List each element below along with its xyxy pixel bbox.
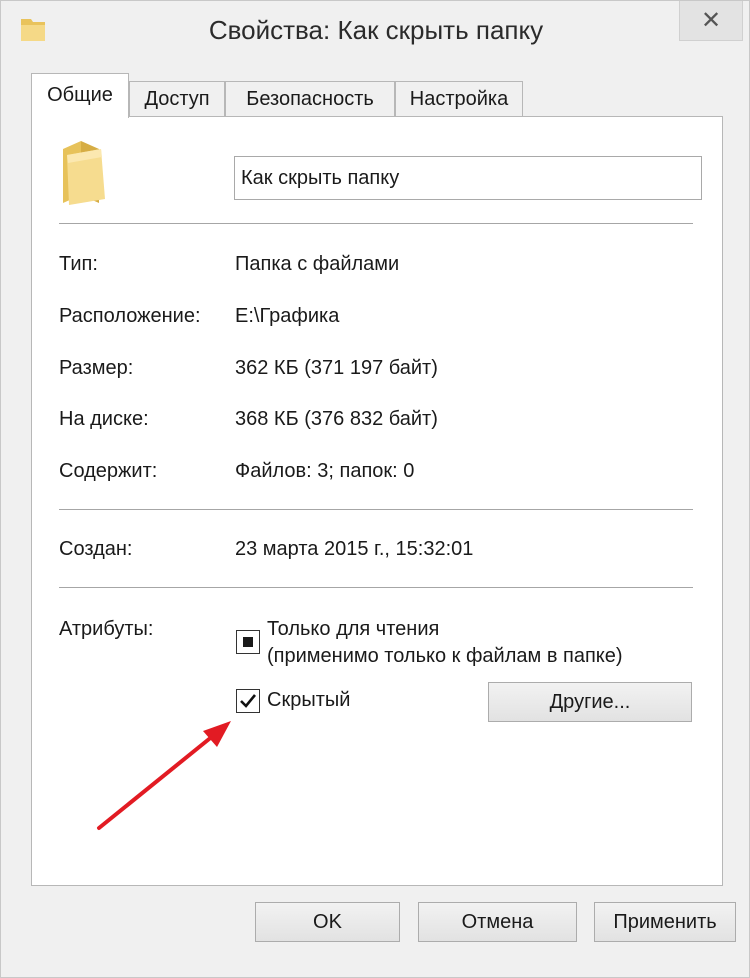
cancel-button[interactable]: Отмена (418, 902, 577, 942)
hidden-checkbox[interactable] (236, 689, 260, 713)
size-on-disk-label: На диске: (59, 408, 149, 430)
red-arrow-annotation (97, 721, 231, 830)
location-label: Расположение: (59, 305, 201, 327)
folder-large-icon (63, 141, 105, 205)
close-icon: ✕ (700, 6, 722, 34)
attributes-label: Атрибуты: (59, 618, 154, 640)
window-title: Свойства: Как скрыть папку (208, 15, 544, 45)
size-value: 362 КБ (371 197 байт) (235, 357, 438, 379)
separator (59, 587, 693, 588)
type-label: Тип: (59, 253, 98, 275)
tab-general[interactable]: Общие (31, 73, 129, 118)
tab-customize[interactable]: Настройка (395, 81, 523, 117)
checkmark-icon (240, 694, 257, 708)
created-value: 23 марта 2015 г., 15:32:01 (235, 538, 474, 560)
readonly-note: (применимо только к файлам в папке) (267, 645, 623, 667)
folder-name-field[interactable] (234, 156, 702, 200)
close-button[interactable]: ✕ (679, 1, 743, 41)
tab-security[interactable]: Безопасность (225, 81, 395, 117)
title-bar[interactable]: Свойства: Как скрыть папку ✕ (1, 1, 749, 63)
readonly-label: Только для чтения (267, 618, 440, 640)
indeterminate-mark-icon (243, 637, 253, 647)
contains-value: Файлов: 3; папок: 0 (235, 460, 415, 482)
size-on-disk-value: 368 КБ (376 832 байт) (235, 408, 438, 430)
advanced-button[interactable]: Другие... (488, 682, 692, 722)
separator (59, 509, 693, 510)
contains-label: Содержит: (59, 460, 158, 482)
type-value: Папка с файлами (235, 253, 400, 275)
apply-button[interactable]: Применить (594, 902, 736, 942)
tab-sharing[interactable]: Доступ (129, 81, 225, 117)
location-value: E:\Графика (235, 305, 340, 327)
separator (59, 223, 693, 224)
readonly-checkbox[interactable] (236, 630, 260, 654)
created-label: Создан: (59, 538, 133, 560)
properties-dialog: Свойства: Как скрыть папку ✕ Общие Досту… (0, 0, 750, 978)
ok-button[interactable]: OK (255, 902, 400, 942)
size-label: Размер: (59, 357, 134, 379)
hidden-label: Скрытый (267, 689, 351, 711)
